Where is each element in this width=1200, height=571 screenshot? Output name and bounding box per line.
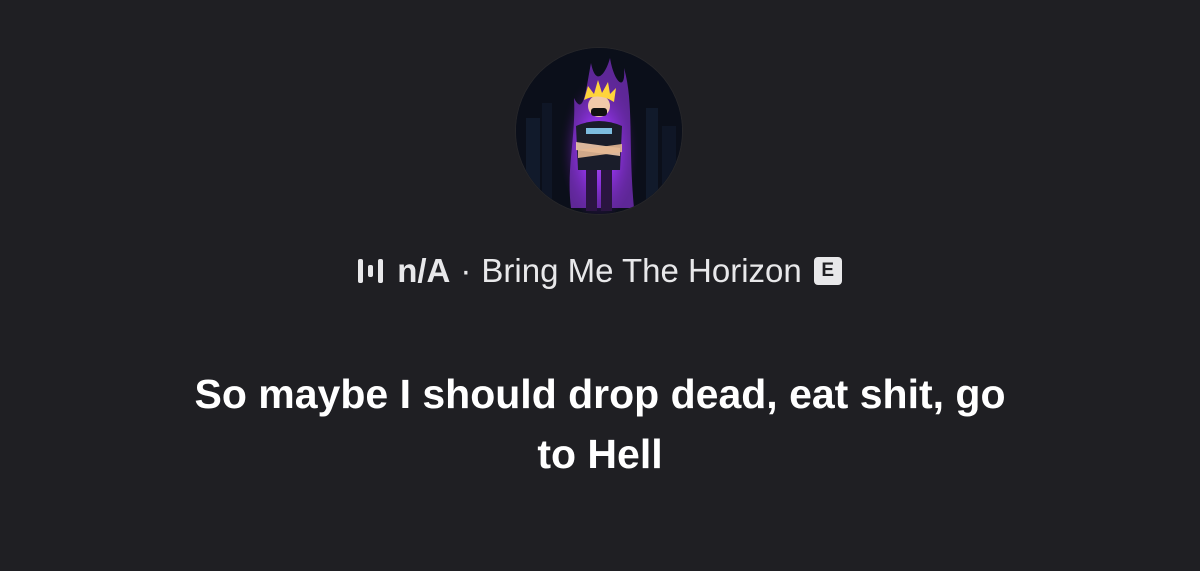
lyric-text: So maybe I should drop dead, eat shit, g…: [100, 364, 1100, 484]
equalizer-bars-icon: [358, 258, 384, 284]
lyrics-card: n/A · Bring Me The Horizon E So maybe I …: [0, 0, 1200, 571]
separator: ·: [460, 252, 472, 289]
track-info: n/A · Bring Me The Horizon E: [0, 248, 1200, 294]
artist-name[interactable]: Bring Me The Horizon: [481, 252, 801, 290]
lyric-line: So maybe I should drop dead, eat shit, g…: [194, 371, 1006, 417]
lyric-line: to Hell: [537, 431, 663, 477]
avatar[interactable]: [516, 48, 682, 214]
explicit-icon: E: [813, 257, 842, 285]
avatar-illustration: [516, 48, 682, 214]
track-name[interactable]: n/A: [397, 252, 450, 290]
